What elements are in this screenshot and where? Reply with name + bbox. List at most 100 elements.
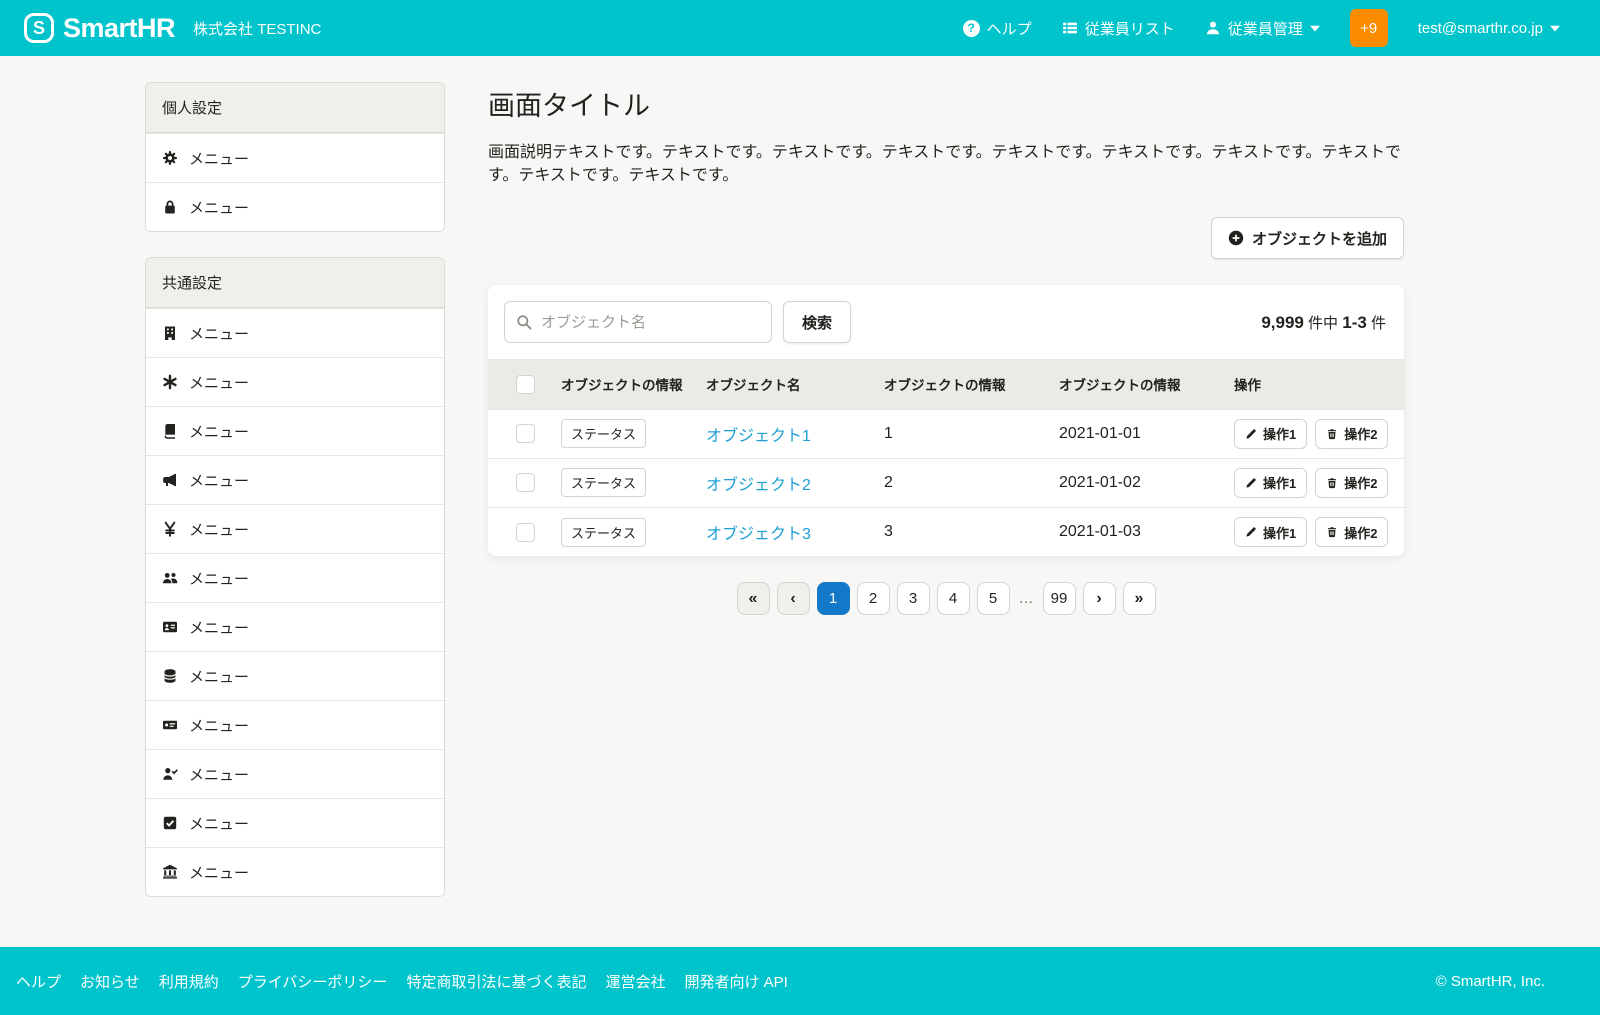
yen-icon xyxy=(162,521,178,537)
account-menu[interactable]: test@smarthr.co.jp xyxy=(1418,20,1560,37)
nav-help[interactable]: ? ヘルプ xyxy=(963,18,1032,39)
pagination-last-button[interactable]: » xyxy=(1123,582,1156,615)
account-email: test@smarthr.co.jp xyxy=(1418,20,1543,37)
sidebar-item-database[interactable]: メニュー xyxy=(146,651,444,700)
building-icon xyxy=(162,325,178,341)
sidebar-item-members[interactable]: メニュー xyxy=(146,553,444,602)
result-count-unit: 件中 xyxy=(1308,315,1338,332)
sidebar-item-money-check[interactable]: メニュー xyxy=(146,700,444,749)
sidebar-item-user-check[interactable]: メニュー xyxy=(146,749,444,798)
pagination-page-5[interactable]: 5 xyxy=(977,582,1010,615)
sidebar-section-personal: 個人設定 メニュー メニュー xyxy=(145,82,445,232)
sidebar-item-book[interactable]: メニュー xyxy=(146,406,444,455)
bank-icon xyxy=(162,864,178,880)
search-button[interactable]: 検索 xyxy=(783,301,851,343)
add-object-button-label: オブジェクトを追加 xyxy=(1252,228,1387,249)
footer-link-privacy[interactable]: プライバシーポリシー xyxy=(238,971,388,992)
sidebar-item-payroll[interactable]: メニュー xyxy=(146,504,444,553)
nav-employee-management[interactable]: 従業員管理 xyxy=(1205,18,1320,39)
sidebar-item-label: メニュー xyxy=(189,470,249,491)
row-action2-label: 操作2 xyxy=(1344,473,1377,492)
pencil-icon xyxy=(1245,526,1257,538)
megaphone-icon xyxy=(162,472,178,488)
nav-employee-list[interactable]: 従業員リスト xyxy=(1062,18,1175,39)
table-header-row: オブジェクトの情報 オブジェクト名 オブジェクトの情報 オブジェクトの情報 操作 xyxy=(488,359,1404,409)
footer-link-commercial-law[interactable]: 特定商取引法に基づく表記 xyxy=(406,971,586,992)
footer-link-help[interactable]: ヘルプ xyxy=(16,971,61,992)
asterisk-icon xyxy=(162,374,178,390)
sidebar-item-check-square[interactable]: メニュー xyxy=(146,798,444,847)
object-link[interactable]: オブジェクト3 xyxy=(706,526,811,543)
row-action2-button[interactable]: 操作2 xyxy=(1315,468,1388,498)
row-checkbox[interactable] xyxy=(516,523,535,542)
pagination-page-3[interactable]: 3 xyxy=(897,582,930,615)
row-action1-button[interactable]: 操作1 xyxy=(1234,517,1307,547)
footer-link-terms[interactable]: 利用規約 xyxy=(159,971,219,992)
gear-icon xyxy=(162,150,178,166)
row-checkbox[interactable] xyxy=(516,424,535,443)
pagination-page-2[interactable]: 2 xyxy=(857,582,890,615)
pagination-ellipsis: … xyxy=(1017,590,1036,607)
object-link[interactable]: オブジェクト2 xyxy=(706,477,811,494)
sidebar-item-label: メニュー xyxy=(189,421,249,442)
object-link[interactable]: オブジェクト1 xyxy=(706,428,811,445)
pagination-prev-button[interactable]: ‹ xyxy=(777,582,810,615)
sidebar-item-label: メニュー xyxy=(189,666,249,687)
smarthr-logo-text: SmartHR xyxy=(63,13,175,44)
object-table: オブジェクトの情報 オブジェクト名 オブジェクトの情報 オブジェクトの情報 操作… xyxy=(488,359,1404,556)
object-info-cell: 3 xyxy=(884,507,1059,556)
footer-link-developer-api[interactable]: 開発者向け API xyxy=(684,971,787,992)
object-date-cell: 2021-01-03 xyxy=(1059,507,1234,556)
page-description: 画面説明テキストです。テキストです。テキストです。テキストです。テキストです。テ… xyxy=(488,141,1404,187)
pagination-next-button[interactable]: › xyxy=(1083,582,1116,615)
sidebar-item-id-card[interactable]: メニュー xyxy=(146,602,444,651)
sidebar-item-announcement[interactable]: メニュー xyxy=(146,455,444,504)
notification-badge[interactable]: +9 xyxy=(1350,9,1388,47)
sidebar-item-label: メニュー xyxy=(189,148,249,169)
column-header: オブジェクトの情報 xyxy=(884,359,1059,409)
sidebar-item-label: メニュー xyxy=(189,617,249,638)
sidebar-item-bank[interactable]: メニュー xyxy=(146,847,444,896)
page-title: 画面タイトル xyxy=(488,84,1404,123)
pagination-first-button[interactable]: « xyxy=(737,582,770,615)
status-badge: ステータス xyxy=(561,468,646,497)
trash-icon xyxy=(1326,428,1338,440)
user-icon xyxy=(1205,20,1221,36)
header-nav: ? ヘルプ 従業員リスト 従業員管理 +9 test@smarthr.co.jp xyxy=(963,9,1560,47)
sidebar-item-settings[interactable]: メニュー xyxy=(146,133,444,182)
footer-link-news[interactable]: お知らせ xyxy=(80,971,140,992)
pagination-page-99[interactable]: 99 xyxy=(1043,582,1076,615)
pagination-page-4[interactable]: 4 xyxy=(937,582,970,615)
row-action1-button[interactable]: 操作1 xyxy=(1234,468,1307,498)
chevron-down-icon xyxy=(1310,25,1320,32)
row-action2-button[interactable]: 操作2 xyxy=(1315,419,1388,449)
search-input[interactable] xyxy=(504,301,772,343)
sidebar-item-company[interactable]: メニュー xyxy=(146,308,444,357)
add-object-button[interactable]: オブジェクトを追加 xyxy=(1211,217,1404,259)
plus-circle-icon xyxy=(1228,230,1244,246)
sidebar-item-label: メニュー xyxy=(189,862,249,883)
sidebar: 個人設定 メニュー メニュー 共通設定 メニュー メニュー メニュー xyxy=(145,82,445,947)
app-footer: ヘルプ お知らせ 利用規約 プライバシーポリシー 特定商取引法に基づく表記 運営… xyxy=(0,947,1600,1015)
check-square-icon xyxy=(162,815,178,831)
smarthr-logo[interactable]: S SmartHR xyxy=(24,13,175,44)
sidebar-item-security[interactable]: メニュー xyxy=(146,182,444,231)
pagination: « ‹ 1 2 3 4 5 … 99 › » xyxy=(488,582,1404,615)
sidebar-item-asterisk[interactable]: メニュー xyxy=(146,357,444,406)
row-action2-button[interactable]: 操作2 xyxy=(1315,517,1388,547)
chevron-down-icon xyxy=(1550,25,1560,32)
select-all-checkbox[interactable] xyxy=(516,375,535,394)
footer-link-company[interactable]: 運営会社 xyxy=(605,971,665,992)
sidebar-item-label: メニュー xyxy=(189,323,249,344)
id-card-icon xyxy=(162,619,178,635)
sidebar-item-label: メニュー xyxy=(189,568,249,589)
users-icon xyxy=(162,570,178,586)
row-checkbox[interactable] xyxy=(516,473,535,492)
row-action1-label: 操作1 xyxy=(1263,523,1296,542)
table-row: ステータス オブジェクト1 1 2021-01-01 操作1操作2 xyxy=(488,409,1404,458)
pagination-page-1[interactable]: 1 xyxy=(817,582,850,615)
row-action1-button[interactable]: 操作1 xyxy=(1234,419,1307,449)
result-count-suffix: 件 xyxy=(1371,315,1386,332)
smarthr-logo-icon: S xyxy=(24,13,54,43)
object-list-card: 検索 9,999 件中 1-3 件 オブジェクトの情報 オブジェクト名 オブジェ… xyxy=(488,285,1404,556)
